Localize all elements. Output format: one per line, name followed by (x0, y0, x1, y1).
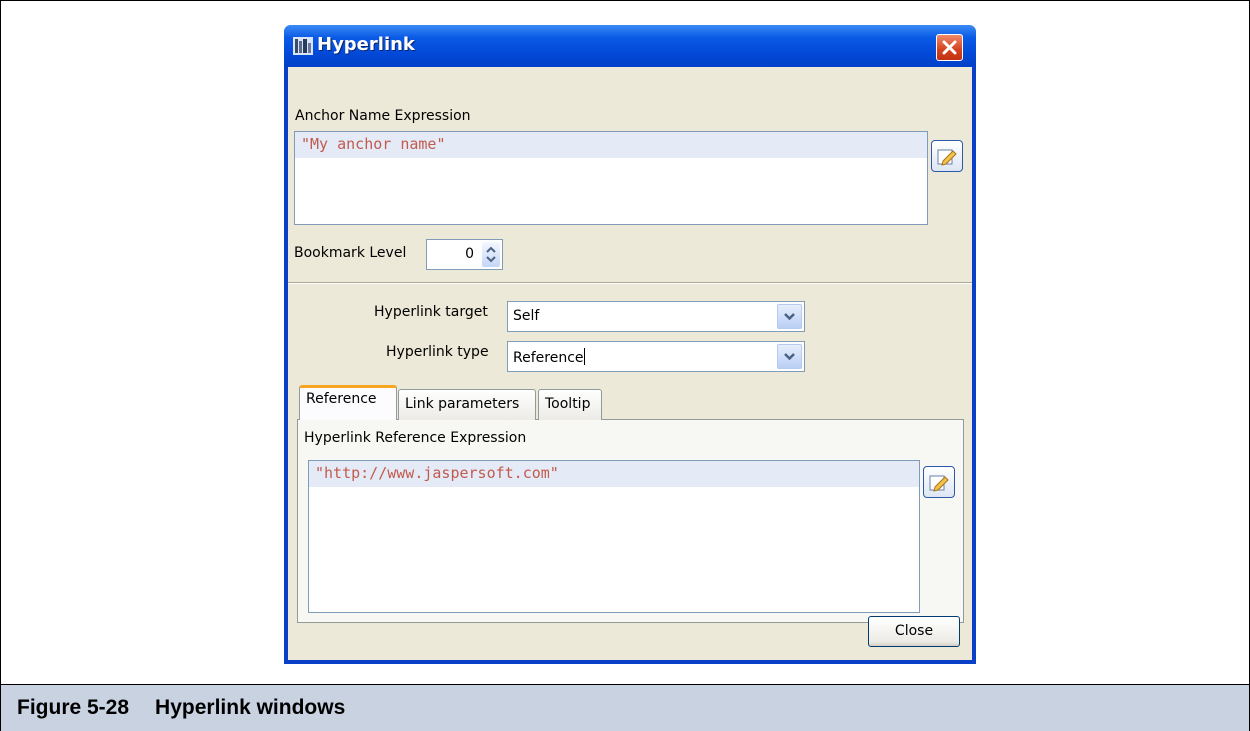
hyperlink-dialog: Hyperlink Anchor Name Expression "My anc… (284, 25, 976, 664)
chevron-down-icon (784, 313, 795, 321)
hyperlink-type-field: Reference (513, 348, 585, 366)
section-divider-highlight (288, 283, 972, 284)
hyperlink-target-label: Hyperlink target (374, 304, 488, 320)
reference-expression-label: Hyperlink Reference Expression (304, 430, 527, 446)
figure-caption-bar: Figure 5-28 Hyperlink windows (1, 684, 1249, 731)
tab-link-parameters[interactable]: Link parameters (398, 389, 536, 420)
tab-link-parameters-label: Link parameters (405, 396, 520, 412)
tab-reference[interactable]: Reference (299, 385, 397, 420)
hyperlink-target-select[interactable]: Self (507, 301, 805, 332)
pencil-edit-icon (937, 149, 957, 166)
up-down-arrows-icon (486, 246, 496, 263)
jasper-app-icon (293, 37, 313, 55)
dialog-client-area: Anchor Name Expression "My anchor name" … (288, 67, 972, 660)
hyperlink-type-dropdown-button[interactable] (777, 344, 802, 369)
bookmark-level-spinner[interactable]: 0 (426, 239, 503, 270)
pencil-edit-icon (929, 475, 949, 492)
hyperlink-type-value: Reference (513, 350, 584, 366)
close-icon (942, 40, 957, 55)
spinner-arrows[interactable] (482, 242, 500, 267)
reference-expression-edit-button[interactable] (923, 466, 955, 498)
tab-tooltip-label: Tooltip (545, 396, 591, 412)
hyperlink-target-dropdown-button[interactable] (777, 304, 802, 329)
anchor-name-label: Anchor Name Expression (295, 108, 471, 124)
bookmark-level-label: Bookmark Level (294, 245, 407, 261)
reference-expression-text: "http://www.jaspersoft.com" (315, 464, 559, 482)
figure-caption: Figure 5-28 Hyperlink windows (17, 696, 345, 720)
window-close-button[interactable] (936, 34, 963, 61)
hyperlink-target-value: Self (513, 308, 540, 324)
dialog-title: Hyperlink (317, 34, 415, 55)
chevron-down-icon (784, 353, 795, 361)
tab-reference-label: Reference (306, 391, 377, 407)
text-caret (583, 348, 585, 365)
figure-title: Hyperlink windows (155, 696, 346, 719)
dialog-titlebar[interactable]: Hyperlink (284, 25, 976, 67)
close-button[interactable]: Close (868, 616, 960, 647)
hyperlink-type-label: Hyperlink type (386, 344, 489, 360)
anchor-expression-editor[interactable]: "My anchor name" (294, 131, 928, 225)
hyperlink-type-select[interactable]: Reference (507, 341, 805, 372)
anchor-expression-edit-button[interactable] (931, 140, 963, 172)
figure-number: Figure 5-28 (17, 696, 130, 719)
bookmark-level-value: 0 (465, 246, 474, 262)
anchor-expression-text: "My anchor name" (301, 135, 446, 153)
reference-tab-panel: Hyperlink Reference Expression "http://w… (297, 419, 964, 623)
tab-tooltip[interactable]: Tooltip (538, 389, 602, 420)
reference-expression-editor[interactable]: "http://www.jaspersoft.com" (308, 460, 920, 613)
